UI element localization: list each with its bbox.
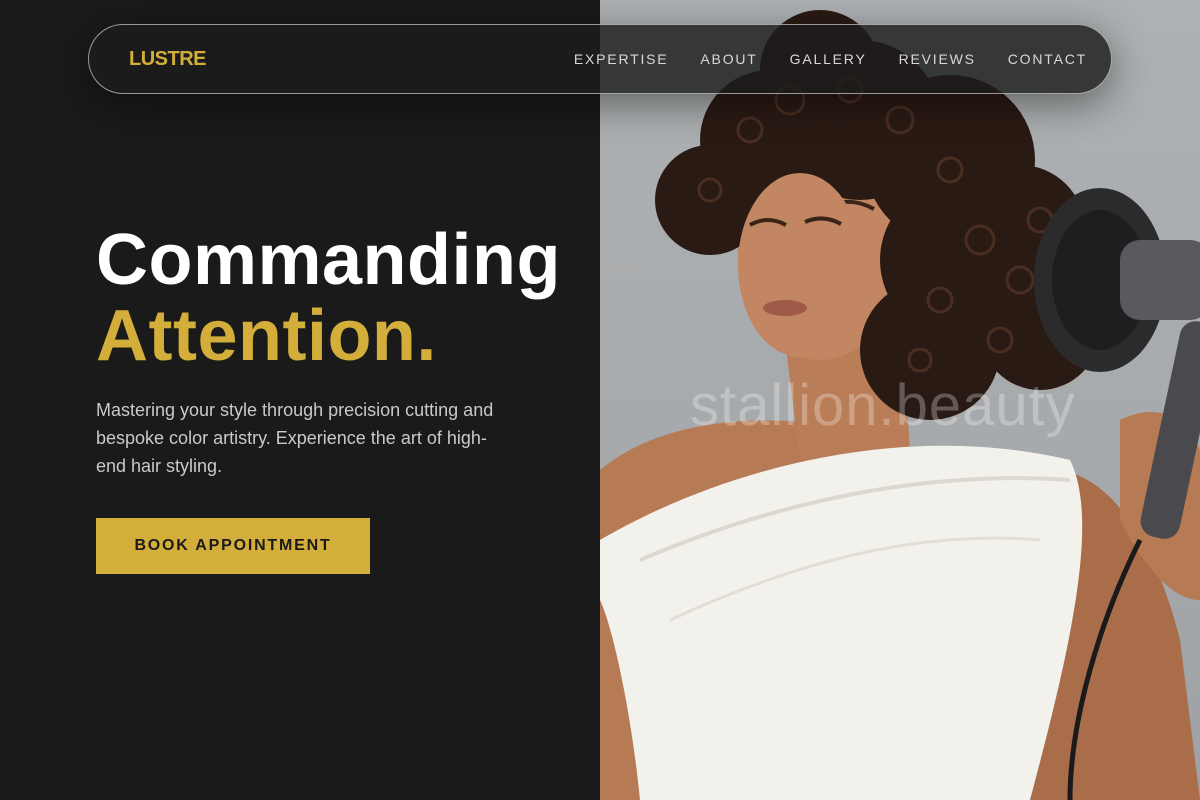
nav-link-expertise[interactable]: EXPERTISE bbox=[574, 51, 669, 67]
headline-line-1: Commanding bbox=[96, 220, 561, 300]
brand-logo[interactable]: LUSTRE bbox=[129, 48, 207, 71]
top-navbar: LUSTRE EXPERTISE ABOUT GALLERY REVIEWS C… bbox=[88, 24, 1112, 94]
hero-headline: Commanding Attention. bbox=[96, 222, 576, 374]
book-appointment-button[interactable]: BOOK APPOINTMENT bbox=[96, 518, 370, 574]
nav-links: EXPERTISE ABOUT GALLERY REVIEWS CONTACT bbox=[574, 51, 1087, 67]
nav-link-about[interactable]: ABOUT bbox=[700, 51, 757, 67]
headline-line-2: Attention. bbox=[96, 296, 437, 376]
nav-link-contact[interactable]: CONTACT bbox=[1008, 51, 1087, 67]
nav-link-gallery[interactable]: GALLERY bbox=[790, 51, 867, 67]
nav-link-reviews[interactable]: REVIEWS bbox=[899, 51, 976, 67]
hero-content: Commanding Attention. Mastering your sty… bbox=[96, 222, 576, 480]
hero-photo: stallion.beauty bbox=[600, 0, 1200, 800]
photo-watermark: stallion.beauty bbox=[690, 373, 1076, 438]
hero-subtitle: Mastering your style through precision c… bbox=[96, 400, 494, 476]
